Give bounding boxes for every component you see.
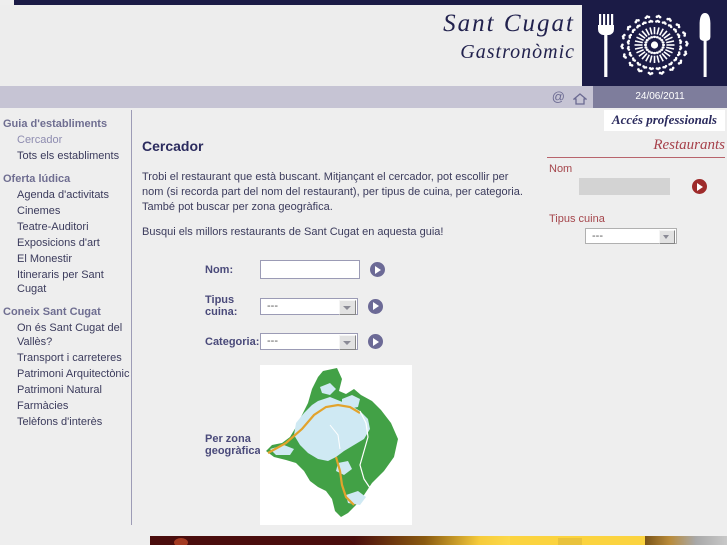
fork-icon <box>598 14 614 77</box>
sidebar-group: Coneix Sant Cugat On és Sant Cugat del Va… <box>0 306 131 430</box>
banner-crest-icon <box>558 538 582 545</box>
site-logo <box>582 5 727 86</box>
right-panel: Accés professionals Restaurants Nom Tipu… <box>545 108 727 545</box>
sidebar-group: Guia d'establiments Cercador Tots els esta… <box>0 118 131 164</box>
banner-segment-photo <box>645 536 727 545</box>
form-row-nom: Nom: <box>140 260 540 279</box>
acces-professionals-link[interactable]: Accés professionals <box>603 110 725 131</box>
right-tipus-select[interactable]: --- <box>585 228 677 244</box>
mail-icon[interactable]: @ <box>552 86 565 108</box>
restaurants-heading: Restaurants <box>653 137 725 153</box>
sidebar-top-spacer <box>0 108 131 118</box>
chevron-down-icon <box>339 335 356 350</box>
sidebar-groups: Guia d'establiments Cercador Tots els esta… <box>0 118 131 430</box>
utility-icons: @ <box>552 86 588 108</box>
form-row-tipus-cuina: Tipus cuina: --- <box>140 294 540 318</box>
page-title: Cercador <box>142 138 204 154</box>
sidebar-item-itineraris-per-sant-cugat[interactable]: Itineraris per Sant Cugat <box>0 267 131 297</box>
intro-paragraph: Trobi el restaurant que està buscant. Mi… <box>142 171 523 213</box>
knife-icon <box>699 13 711 77</box>
vertical-divider <box>131 110 132 525</box>
sidebar-item-patrimoni-arquitect-nic[interactable]: Patrimoni Arquitectònic <box>0 366 131 382</box>
right-tipus-label: Tipus cuina <box>549 213 605 225</box>
sidebar-group: Oferta lúdica Agenda d'activitats Cinemes T… <box>0 173 131 297</box>
tipus-cuina-label: Tipus cuina: <box>205 294 238 318</box>
right-nom-label: Nom <box>549 163 573 175</box>
right-tipus-group: Tipus cuina --- <box>547 213 725 244</box>
zone-map[interactable] <box>260 365 412 525</box>
sidebar-item-teatre-auditori[interactable]: Teatre-Auditori <box>0 219 131 235</box>
categoria-label: Categoria: <box>205 335 260 348</box>
sidebar-item-cinemes[interactable]: Cinemes <box>0 203 131 219</box>
tipus-cuina-search-button[interactable] <box>368 298 383 314</box>
utility-bar: @ 24/06/2011 <box>0 86 727 108</box>
tipus-cuina-select[interactable]: --- <box>260 297 358 315</box>
form-row-categoria: Categoria: --- <box>140 333 540 350</box>
nom-input[interactable] <box>260 260 360 279</box>
nom-search-button[interactable] <box>370 262 385 277</box>
sidebar-item-exposicions-d-art[interactable]: Exposicions d'art <box>0 235 131 251</box>
search-form: Nom: Tipus cuina: --- Categoria: --- Per… <box>140 260 540 525</box>
chevron-down-icon <box>659 230 675 244</box>
right-nom-search-button[interactable] <box>692 179 707 194</box>
nom-label: Nom: <box>205 263 234 276</box>
banner-seal-icon <box>174 538 188 545</box>
main-content: Cercador Trobi el restaurant que està bu… <box>140 108 540 545</box>
site-title-line1: Sant Cugat <box>443 10 575 37</box>
sidebar-navigation: Guia d'establiments Cercador Tots els esta… <box>0 108 131 545</box>
categoria-search-button[interactable] <box>368 334 383 349</box>
sidebar-item-on-s-sant-cugat-del-vall-s[interactable]: On és Sant Cugat del Vallès? <box>0 320 131 350</box>
right-nom-input[interactable] <box>579 178 670 195</box>
site-title: Sant Cugat Gastronòmic <box>443 9 575 65</box>
sidebar-item-tots-els-establiments[interactable]: Tots els establiments <box>0 148 131 164</box>
sidebar-item-farm-cies[interactable]: Farmàcies <box>0 398 131 414</box>
categoria-value: --- <box>267 335 278 347</box>
sidebar-group-heading: Guia d'establiments <box>3 118 108 130</box>
right-tipus-value: --- <box>592 230 603 242</box>
site-title-line2: Gastronòmic <box>460 41 575 63</box>
sidebar-item-transport-i-carreteres[interactable]: Transport i carreteres <box>0 350 131 366</box>
tipus-cuina-value: --- <box>267 299 278 312</box>
sidebar-item-agenda-d-activitats[interactable]: Agenda d'activitats <box>0 187 131 203</box>
right-tipus-row: --- <box>585 228 725 244</box>
intro-text: Trobi el restaurant que està buscant. Mi… <box>142 170 532 240</box>
logo-artwork <box>598 13 711 77</box>
sidebar-item-patrimoni-natural[interactable]: Patrimoni Natural <box>0 382 131 398</box>
chevron-down-icon <box>339 299 356 315</box>
home-icon[interactable] <box>572 92 588 106</box>
banner-segment-gradient <box>355 536 510 545</box>
form-row-zona: Per zona geogràfica: <box>140 365 540 525</box>
map-of-sant-cugat <box>260 365 412 525</box>
sidebar-item-tel-fons-d-inter-s[interactable]: Telèfons d'interès <box>0 414 131 430</box>
rosette-icon <box>620 14 689 76</box>
zona-label: Per zona geogràfica: <box>205 433 265 457</box>
sidebar-item-cercador[interactable]: Cercador <box>0 132 131 148</box>
right-nom-group: Nom <box>547 163 725 195</box>
sidebar-group-heading: Oferta lúdica <box>3 173 71 185</box>
categoria-select[interactable]: --- <box>260 333 358 350</box>
current-date: 24/06/2011 <box>593 86 727 108</box>
right-nom-row <box>579 178 725 195</box>
restaurants-rule <box>547 157 725 158</box>
site-header: Sant Cugat Gastronòmic <box>0 5 727 86</box>
sidebar-item-el-monestir[interactable]: El Monestir <box>0 251 131 267</box>
intro-paragraph: Busqui els millors restaurants de Sant C… <box>142 226 444 238</box>
bottom-advertisement-banner[interactable] <box>150 536 727 545</box>
sidebar-group-heading: Coneix Sant Cugat <box>3 306 101 318</box>
